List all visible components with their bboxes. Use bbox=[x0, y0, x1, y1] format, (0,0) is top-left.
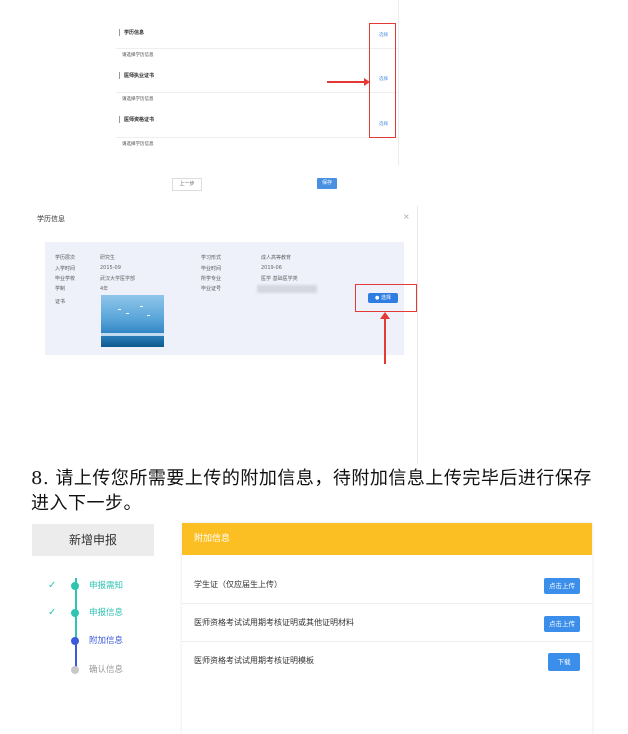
field-label: 学制 bbox=[55, 286, 66, 292]
row-label: 学生证（仅应届生上传） bbox=[194, 580, 282, 589]
instruction-text: 8. 请上传您所需要上传的附加信息，待附加信息上传完毕后进行保存进入下一步。 bbox=[31, 468, 592, 514]
step-dot bbox=[71, 666, 79, 674]
row-label: 医师资格考试试用期考核证明模板 bbox=[194, 656, 314, 665]
section-note: 请选择学历信息 bbox=[122, 53, 154, 58]
field-value: 成人高等教育 bbox=[261, 255, 292, 261]
screenshot-education-dialog: 学历信息 × 学历层次 研究生 学习形式 成人高等教育 入学时间 2015-09… bbox=[33, 206, 419, 464]
screenshot-attachment-list: 学历信息 选择 请选择学历信息 医师执业证书 选择 请选择学历信息 医师资格证书… bbox=[116, 0, 400, 205]
section-title-education: 学历信息 bbox=[118, 29, 145, 36]
redacted-value bbox=[257, 285, 317, 293]
step-item[interactable]: 确认信息 bbox=[32, 663, 172, 677]
field-label: 入学时间 bbox=[55, 266, 76, 272]
step-dot bbox=[71, 582, 79, 590]
arrow-right-icon bbox=[327, 78, 370, 86]
close-icon[interactable]: × bbox=[403, 212, 410, 221]
additional-info-panel: 附加信息 学生证（仅应届生上传） 点击上传 医师资格考试试用期考核证明或其他证明… bbox=[182, 523, 592, 734]
field-value: 2015-09 bbox=[100, 265, 121, 271]
step-label: 申报需知 bbox=[89, 581, 124, 591]
check-icon: ✓ bbox=[48, 607, 57, 618]
panel-header: 附加信息 bbox=[182, 523, 592, 555]
section-title-practice-cert: 医师执业证书 bbox=[118, 72, 155, 79]
upload-button[interactable]: 点击上传 bbox=[544, 616, 580, 632]
step-item[interactable]: ✓ 申报信息 bbox=[32, 606, 172, 620]
step-item[interactable]: 附加信息 bbox=[32, 634, 172, 648]
previous-step-button[interactable]: 上一步 bbox=[172, 178, 202, 191]
field-label: 毕业时间 bbox=[201, 266, 222, 272]
highlight-box bbox=[369, 23, 396, 138]
upload-button[interactable]: 点击上传 bbox=[544, 578, 580, 594]
upload-row: 学生证（仅应届生上传） 点击上传 bbox=[182, 566, 592, 604]
field-label: 毕业证号 bbox=[201, 286, 222, 292]
step-label: 确认信息 bbox=[89, 665, 124, 675]
field-label: 学习形式 bbox=[201, 255, 222, 261]
step-dot bbox=[71, 637, 79, 645]
step-label: 申报信息 bbox=[89, 608, 124, 618]
screenshot-additional-info: 新增申报 ✓ 申报需知 ✓ 申报信息 附加信息 确认信息 附加信息 学生证（仅应… bbox=[32, 520, 592, 734]
section-title-qualification-cert: 医师资格证书 bbox=[118, 116, 155, 123]
field-label: 学历层次 bbox=[55, 255, 76, 261]
check-icon: ✓ bbox=[48, 580, 57, 591]
education-card: 学历层次 研究生 学习形式 成人高等教育 入学时间 2015-09 毕业时间 2… bbox=[45, 242, 404, 355]
field-label: 所学专业 bbox=[201, 276, 222, 282]
field-value: 研究生 bbox=[100, 255, 116, 261]
arrow-up-icon bbox=[380, 312, 390, 364]
step-item[interactable]: ✓ 申报需知 bbox=[32, 579, 172, 593]
download-row: 医师资格考试试用期考核证明模板 下载 bbox=[182, 642, 592, 680]
field-value: 武汉大学医学部 bbox=[100, 276, 136, 282]
dialog-title: 学历信息 bbox=[37, 215, 65, 223]
field-value: 4年 bbox=[100, 286, 109, 292]
divider bbox=[116, 92, 398, 93]
divider bbox=[116, 48, 398, 49]
download-button[interactable]: 下载 bbox=[548, 653, 580, 671]
field-label: 证书 bbox=[55, 299, 66, 305]
divider bbox=[116, 137, 398, 138]
section-note: 请选择学历信息 bbox=[122, 97, 154, 102]
upload-row: 医师资格考试试用期考核证明或其他证明材料 点击上传 bbox=[182, 604, 592, 642]
field-value: 医学 基础医学类 bbox=[261, 276, 298, 282]
sidebar-title: 新增申报 bbox=[32, 524, 154, 556]
field-value: 2019-06 bbox=[261, 265, 282, 271]
certificate-image bbox=[101, 295, 164, 347]
row-label: 医师资格考试试用期考核证明或其他证明材料 bbox=[194, 618, 354, 627]
save-button[interactable]: 保存 bbox=[317, 178, 337, 189]
divider bbox=[417, 206, 418, 464]
step-dot bbox=[71, 609, 79, 617]
field-label: 毕业学校 bbox=[55, 276, 76, 282]
section-note: 请选择学历信息 bbox=[122, 142, 154, 147]
step-label: 附加信息 bbox=[89, 636, 124, 646]
select-button[interactable]: ● 选择 bbox=[368, 293, 398, 303]
